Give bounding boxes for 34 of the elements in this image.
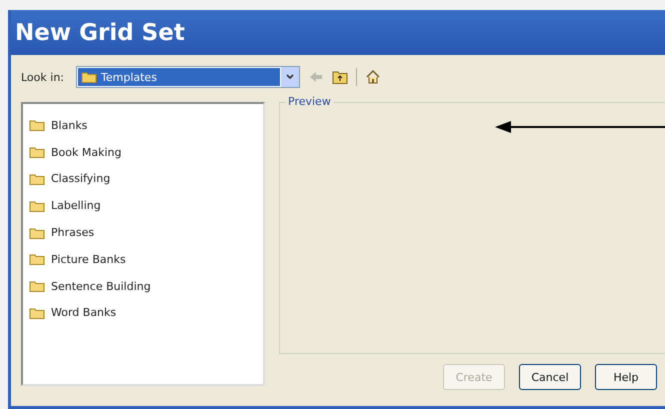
folder-item[interactable]: Labelling xyxy=(29,192,257,220)
folder-icon xyxy=(29,253,45,266)
folder-icon xyxy=(29,226,45,239)
folder-icon xyxy=(81,71,97,83)
look-in-label: Look in: xyxy=(21,70,64,84)
folder-icon xyxy=(29,146,45,158)
folder-item[interactable]: Picture Banks xyxy=(29,246,257,273)
folder-icon xyxy=(29,200,45,212)
folder-icon xyxy=(29,280,45,292)
folder-name: Blanks xyxy=(51,118,88,132)
caret-icon xyxy=(285,72,295,82)
dialog-button[interactable]: Help xyxy=(595,364,657,390)
folder-name: Word Banks xyxy=(51,306,116,320)
folder-icon xyxy=(29,172,45,185)
folder-item[interactable]: Classifying xyxy=(29,166,257,192)
folder-name: Classifying xyxy=(51,172,110,186)
up-folder-icon[interactable] xyxy=(332,69,348,85)
dialog-button[interactable]: Cancel xyxy=(519,364,581,390)
folder-item[interactable]: Blanks xyxy=(29,112,257,139)
folder-item[interactable]: Word Banks xyxy=(29,300,257,326)
folder-name: Sentence Building xyxy=(51,280,151,293)
folder-item[interactable]: Phrases xyxy=(29,219,257,246)
folder-name: Phrases xyxy=(51,226,94,240)
folder-item[interactable]: Sentence Building xyxy=(29,272,257,300)
window-title: New Grid Set xyxy=(15,20,185,46)
folder-name: Picture Banks xyxy=(51,252,126,266)
folder-icon xyxy=(29,306,45,319)
folder-name: Book Making xyxy=(51,146,122,159)
home-icon[interactable] xyxy=(365,69,381,85)
folder-name: Labelling xyxy=(51,199,101,212)
look-in-dropdown[interactable]: Templates xyxy=(76,66,300,88)
preview-label: Preview xyxy=(286,95,333,108)
folder-icon xyxy=(29,119,45,132)
folder-item[interactable]: Book Making xyxy=(29,138,257,166)
